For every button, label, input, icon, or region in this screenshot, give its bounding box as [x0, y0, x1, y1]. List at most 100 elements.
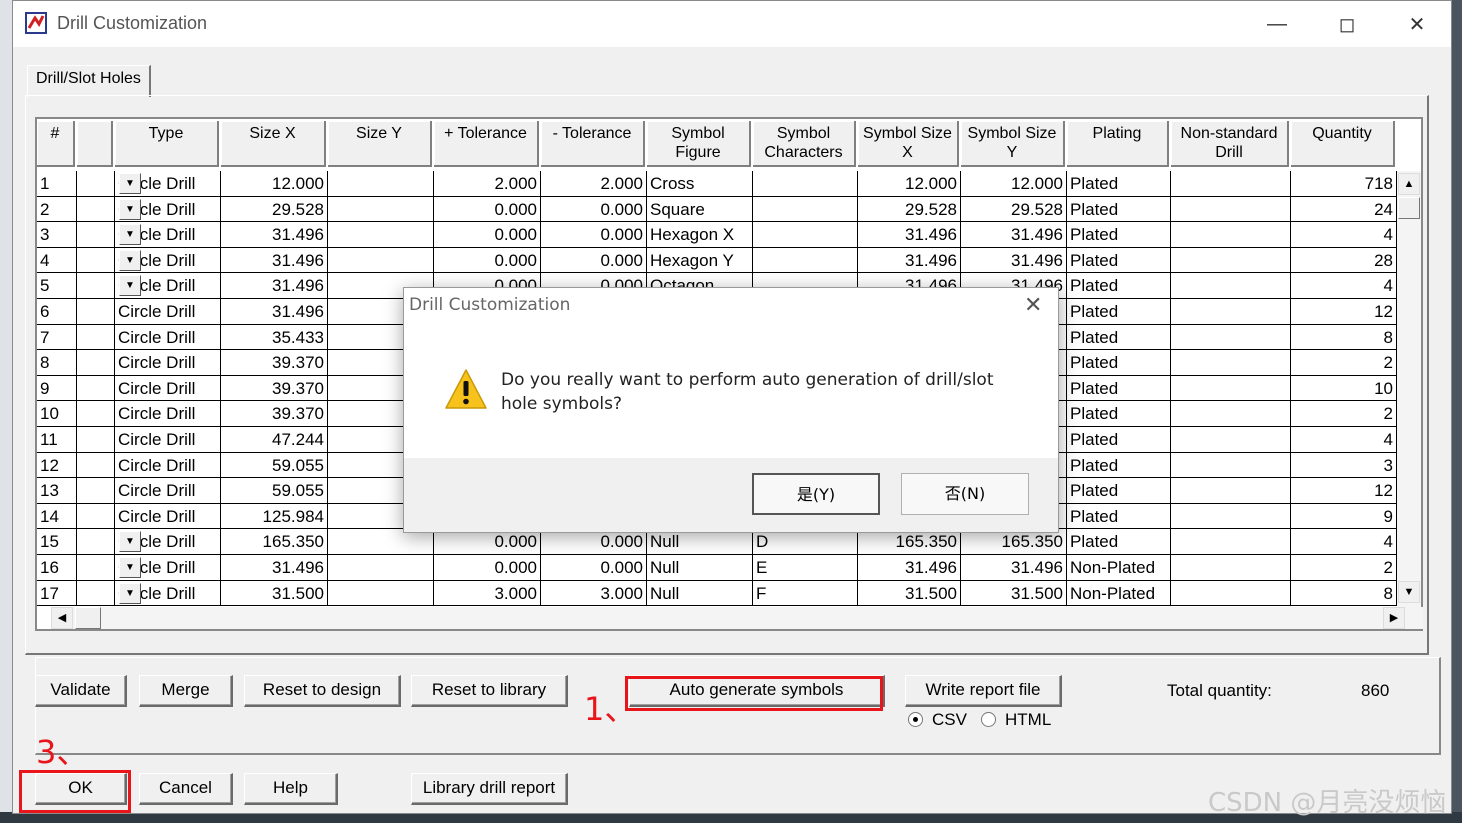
cell-symbol-size-x[interactable]: 31.496 [858, 555, 961, 581]
cell-size-x[interactable]: 29.528 [221, 196, 328, 223]
symbol-figure-dropdown-icon[interactable]: ▼ [119, 275, 141, 297]
cell-type[interactable]: Circle Drill [115, 401, 221, 427]
cell-plus-tolerance[interactable]: 2.000 [434, 171, 541, 197]
symbol-figure-dropdown-icon[interactable]: ▼ [119, 249, 141, 271]
cell-size-x[interactable]: 47.244 [221, 427, 328, 453]
cell-size-x[interactable]: 39.370 [221, 350, 328, 376]
scroll-up-icon[interactable]: ▲ [1398, 173, 1420, 195]
cell-symbol-characters[interactable]: D [753, 529, 858, 555]
cell-blank[interactable] [77, 375, 115, 402]
header-col-size-y[interactable]: Size Y [328, 121, 432, 167]
cell-blank[interactable] [77, 350, 115, 376]
cell-plating[interactable]: Plated [1067, 222, 1171, 248]
cell-plating[interactable]: Plated [1067, 529, 1171, 555]
cell-quantity[interactable]: 24 [1291, 196, 1397, 223]
cell-minus-tolerance[interactable]: 0.000 [541, 247, 647, 274]
cell-minus-tolerance[interactable]: 2.000 [541, 171, 647, 197]
header-col-symbol-figure[interactable]: Symbol Figure [647, 121, 751, 167]
cell-symbol-size-y[interactable]: 29.528 [961, 196, 1067, 223]
cell-symbol-figure[interactable]: Square [647, 196, 753, 223]
horizontal-scrollbar[interactable]: ◀ ▶ [51, 607, 1423, 629]
cell-type[interactable]: Circle Drill [115, 299, 221, 325]
cell-number[interactable]: 15 [37, 529, 77, 555]
cell-symbol-size-y[interactable]: 165.350 [961, 529, 1067, 555]
cell-plating[interactable]: Plated [1067, 171, 1171, 197]
symbol-figure-dropdown-icon[interactable]: ▼ [119, 531, 141, 553]
cell-type[interactable]: Circle Drill [115, 350, 221, 376]
cell-size-y[interactable] [328, 196, 434, 223]
cell-blank[interactable] [77, 222, 115, 248]
cancel-button[interactable]: Cancel [139, 773, 233, 805]
cell-size-x[interactable]: 31.496 [221, 299, 328, 325]
cell-non-standard-drill[interactable] [1171, 452, 1291, 479]
cell-minus-tolerance[interactable]: 0.000 [541, 196, 647, 223]
header-col-plus-tolerance[interactable]: + Tolerance [434, 121, 539, 167]
cell-plus-tolerance[interactable]: 3.000 [434, 580, 541, 607]
cell-plus-tolerance[interactable]: 0.000 [434, 222, 541, 248]
cell-symbol-size-x[interactable]: 12.000 [858, 171, 961, 197]
cell-number[interactable]: 11 [37, 427, 77, 453]
cell-non-standard-drill[interactable] [1171, 324, 1291, 351]
cell-number[interactable]: 7 [37, 324, 77, 351]
cell-quantity[interactable]: 2 [1291, 350, 1397, 376]
symbol-figure-dropdown-icon[interactable]: ▼ [119, 582, 141, 604]
cell-non-standard-drill[interactable] [1171, 299, 1291, 325]
header-col-quantity[interactable]: Quantity [1291, 121, 1395, 167]
horizontal-scroll-thumb[interactable] [75, 607, 101, 629]
cell-quantity[interactable]: 12 [1291, 299, 1397, 325]
cell-blank[interactable] [77, 196, 115, 223]
cell-blank[interactable] [77, 171, 115, 197]
close-icon[interactable]: ✕ [1399, 9, 1435, 39]
cell-size-x[interactable]: 59.055 [221, 478, 328, 504]
cell-blank[interactable] [77, 427, 115, 453]
cell-quantity[interactable]: 718 [1291, 171, 1397, 197]
cell-size-x[interactable]: 125.984 [221, 503, 328, 530]
cell-quantity[interactable]: 4 [1291, 529, 1397, 555]
cell-size-x[interactable]: 39.370 [221, 401, 328, 427]
cell-plus-tolerance[interactable]: 0.000 [434, 555, 541, 581]
cell-plating[interactable]: Plated [1067, 247, 1171, 274]
html-radio[interactable] [981, 712, 996, 727]
yes-button[interactable]: 是(Y) [752, 473, 880, 515]
maximize-icon[interactable]: ◻ [1329, 9, 1365, 39]
validate-button[interactable]: Validate [35, 675, 127, 707]
cell-size-x[interactable]: 59.055 [221, 452, 328, 479]
cell-size-x[interactable]: 31.496 [221, 222, 328, 248]
cell-size-y[interactable] [328, 529, 434, 555]
reset-to-design-button[interactable]: Reset to design [244, 675, 401, 707]
cell-plating[interactable]: Plated [1067, 350, 1171, 376]
cell-size-x[interactable]: 12.000 [221, 171, 328, 197]
cell-quantity[interactable]: 9 [1291, 503, 1397, 530]
cell-plating[interactable]: Plated [1067, 452, 1171, 479]
cell-plating[interactable]: Plated [1067, 401, 1171, 427]
write-report-file-button[interactable]: Write report file [905, 675, 1062, 707]
table-row[interactable]: 16 Circle Drill 31.496 0.000 0.000 Null ▼ E 31.4… [37, 555, 1421, 581]
header-col-symbol-size-y[interactable]: Symbol Size Y [961, 121, 1065, 167]
table-row[interactable]: 3 Circle Drill 31.496 0.000 0.000 Hexagon X ▼ 3… [37, 222, 1421, 248]
cell-blank[interactable] [77, 273, 115, 299]
cell-quantity[interactable]: 8 [1291, 324, 1397, 351]
cell-non-standard-drill[interactable] [1171, 503, 1291, 530]
cell-plating[interactable]: Plated [1067, 427, 1171, 453]
cell-non-standard-drill[interactable] [1171, 171, 1291, 197]
cell-blank[interactable] [77, 580, 115, 607]
scroll-down-icon[interactable]: ▼ [1398, 581, 1420, 603]
cell-quantity[interactable]: 10 [1291, 375, 1397, 402]
cell-blank[interactable] [77, 401, 115, 427]
cell-plating[interactable]: Non-Plated [1067, 555, 1171, 581]
dialog-title-bar[interactable]: Drill Customization ✕ [404, 288, 1058, 324]
cell-number[interactable]: 6 [37, 299, 77, 325]
header-col-plating[interactable]: Plating [1067, 121, 1169, 167]
cell-plating[interactable]: Plated [1067, 324, 1171, 351]
cell-quantity[interactable]: 4 [1291, 222, 1397, 248]
reset-to-library-button[interactable]: Reset to library [411, 675, 568, 707]
cell-blank[interactable] [77, 555, 115, 581]
cell-symbol-figure[interactable]: Hexagon Y [647, 247, 753, 274]
cell-non-standard-drill[interactable] [1171, 555, 1291, 581]
cell-type[interactable]: Circle Drill [115, 324, 221, 351]
cell-symbol-size-x[interactable]: 29.528 [858, 196, 961, 223]
vertical-scrollbar[interactable]: ▲ ▼ [1397, 171, 1421, 607]
cell-non-standard-drill[interactable] [1171, 350, 1291, 376]
cell-size-x[interactable]: 31.496 [221, 247, 328, 274]
cell-minus-tolerance[interactable]: 3.000 [541, 580, 647, 607]
